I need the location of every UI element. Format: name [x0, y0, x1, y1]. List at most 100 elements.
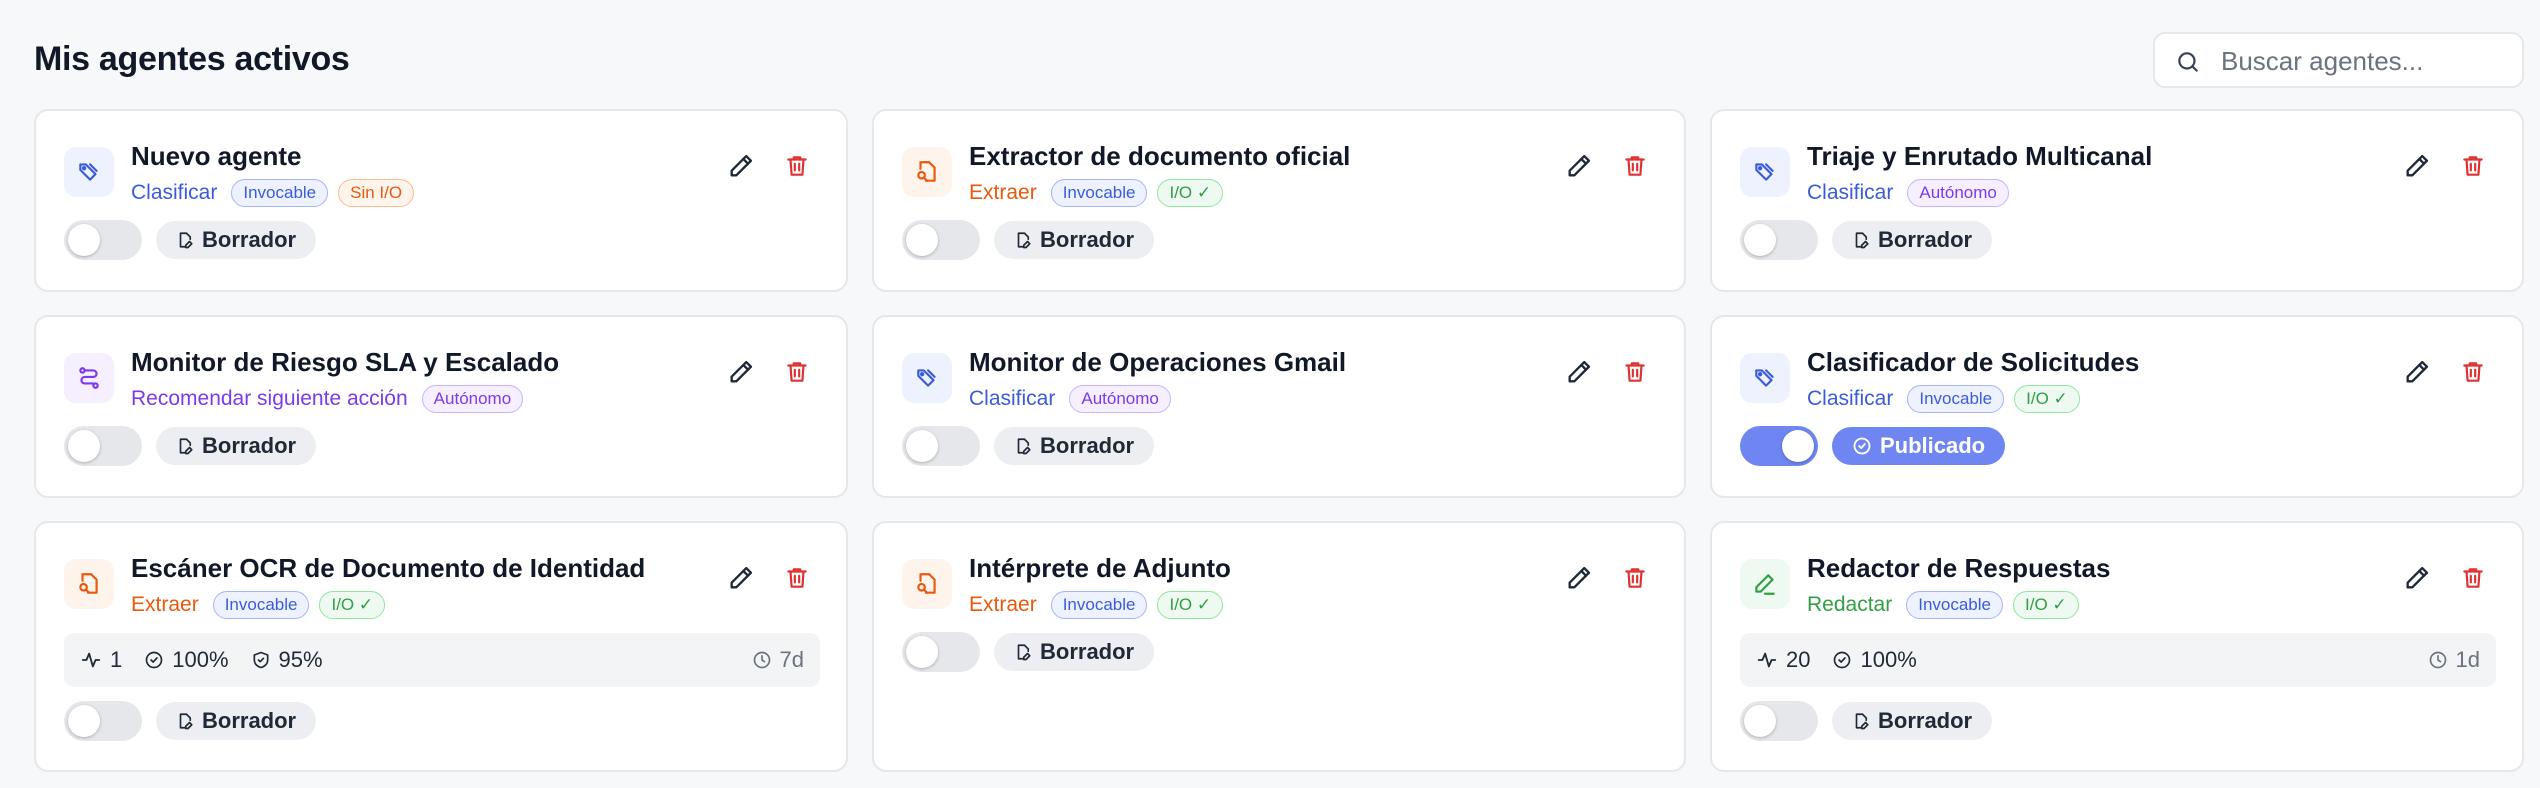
file-edit-icon [1855, 713, 1869, 730]
delete-button[interactable] [2455, 354, 2491, 390]
toggle-knob [1782, 430, 1814, 462]
status-badge: Borrador [1832, 221, 1993, 259]
age-value: 7d [779, 647, 804, 672]
agent-meta: Clasificar Autónomo [969, 385, 1171, 413]
edit-button[interactable] [723, 148, 759, 184]
search-input[interactable] [2221, 44, 2511, 78]
agent-meta: Clasificar Invocable Sin I/O [131, 179, 415, 207]
io-badge: I/O ✓ [2014, 385, 2080, 413]
tag-icon [64, 147, 114, 197]
agent-name: Clasificador de Solicitudes [1807, 347, 2140, 377]
agent-name: Monitor de Operaciones Gmail [969, 347, 1347, 377]
delete-button[interactable] [779, 148, 815, 184]
delete-button[interactable] [1617, 354, 1653, 390]
check-circle-icon [1853, 437, 1871, 455]
status-badge: Borrador [1832, 702, 1993, 740]
agent-card[interactable]: Clasificador de Solicitudes Clasificar I… [1710, 315, 2524, 498]
edit-button[interactable] [723, 354, 759, 390]
age-value: 1d [2455, 647, 2480, 672]
toggle-knob [68, 705, 100, 737]
io-badge: I/O ✓ [2013, 591, 2079, 619]
toggle-knob [1744, 705, 1776, 737]
confidence-value: 95% [278, 647, 323, 672]
autonomous-badge: Autónomo [421, 385, 524, 413]
trash-icon [2463, 568, 2483, 588]
pencil-line-icon [1740, 559, 1790, 609]
agent-name: Triaje y Enrutado Multicanal [1807, 141, 2153, 171]
invocable-badge: Invocable [1906, 591, 2003, 619]
enable-toggle[interactable] [64, 426, 142, 466]
document-search-icon [64, 559, 114, 609]
agent-card[interactable]: Escáner OCR de Documento de Identidad Ex… [34, 521, 848, 772]
status-label: Borrador [202, 227, 297, 252]
status-label: Borrador [1878, 227, 1973, 252]
autonomous-badge: Autónomo [1069, 385, 1171, 413]
success-value: 100% [172, 647, 229, 672]
runs-value: 20 [1786, 647, 1811, 672]
pencil-icon [2406, 360, 2429, 383]
edit-button[interactable] [723, 560, 759, 596]
search-box[interactable] [2153, 32, 2524, 88]
status-badge: Borrador [156, 427, 317, 465]
enable-toggle[interactable] [64, 701, 142, 741]
trash-icon [787, 362, 807, 382]
pencil-icon [2406, 566, 2429, 589]
agent-meta: Extraer Invocable I/O ✓ [969, 179, 1224, 207]
clock-icon [2429, 651, 2446, 669]
agent-card[interactable]: Intérprete de Adjunto Extraer Invocable … [872, 521, 1686, 772]
delete-button[interactable] [779, 560, 815, 596]
agent-type: Extraer [969, 181, 1037, 204]
file-edit-icon [179, 232, 193, 249]
status-label: Borrador [1040, 227, 1135, 252]
enable-toggle[interactable] [1740, 426, 1818, 466]
enable-toggle[interactable] [1740, 701, 1818, 741]
stats-bar: 1 100% 95% 7d [64, 633, 820, 687]
status-label: Borrador [202, 433, 297, 458]
delete-button[interactable] [1617, 148, 1653, 184]
agent-card[interactable]: Monitor de Riesgo SLA y Escalado Recomen… [34, 315, 848, 498]
enable-toggle[interactable] [902, 426, 980, 466]
edit-button[interactable] [1561, 354, 1597, 390]
enable-toggle[interactable] [64, 220, 142, 260]
status-label: Publicado [1880, 433, 1986, 458]
delete-button[interactable] [2455, 148, 2491, 184]
delete-button[interactable] [1617, 560, 1653, 596]
pencil-icon [1568, 566, 1591, 589]
runs-stat: 20 [1756, 647, 1810, 673]
agents-grid: Nuevo agente Clasificar Invocable Sin I/… [34, 109, 2524, 772]
edit-button[interactable] [1561, 148, 1597, 184]
agent-card[interactable]: Extractor de documento oficial Extraer I… [872, 109, 1686, 292]
autonomous-badge: Autónomo [1907, 179, 2009, 207]
agent-type: Redactar [1807, 593, 1893, 616]
edit-button[interactable] [1561, 560, 1597, 596]
delete-button[interactable] [2455, 560, 2491, 596]
status-label: Borrador [1878, 708, 1973, 733]
agent-card[interactable]: Redactor de Respuestas Redactar Invocabl… [1710, 521, 2524, 772]
trash-icon [1625, 362, 1645, 382]
edit-button[interactable] [2399, 560, 2435, 596]
agent-type: Recomendar siguiente acción [131, 387, 408, 410]
toggle-knob [906, 430, 938, 462]
agent-card[interactable]: Nuevo agente Clasificar Invocable Sin I/… [34, 109, 848, 292]
agent-name: Extractor de documento oficial [969, 141, 1351, 171]
enable-toggle[interactable] [902, 632, 980, 672]
edit-button[interactable] [2399, 354, 2435, 390]
toggle-knob [68, 224, 100, 256]
agent-name: Escáner OCR de Documento de Identidad [131, 553, 646, 583]
activity-icon [81, 652, 101, 668]
agent-name: Nuevo agente [131, 141, 302, 171]
status-badge: Borrador [156, 221, 317, 259]
agent-name: Redactor de Respuestas [1807, 553, 2111, 583]
delete-button[interactable] [779, 354, 815, 390]
edit-button[interactable] [2399, 148, 2435, 184]
enable-toggle[interactable] [1740, 220, 1818, 260]
status-badge: Borrador [994, 221, 1155, 259]
invocable-badge: Invocable [1050, 591, 1148, 619]
status-label: Borrador [1040, 433, 1135, 458]
header: Mis agentes activos [34, 32, 2524, 90]
enable-toggle[interactable] [902, 220, 980, 260]
search-icon [2178, 52, 2198, 72]
agent-card[interactable]: Monitor de Operaciones Gmail Clasificar … [872, 315, 1686, 498]
document-search-icon [902, 559, 952, 609]
agent-card[interactable]: Triaje y Enrutado Multicanal Clasificar … [1710, 109, 2524, 292]
